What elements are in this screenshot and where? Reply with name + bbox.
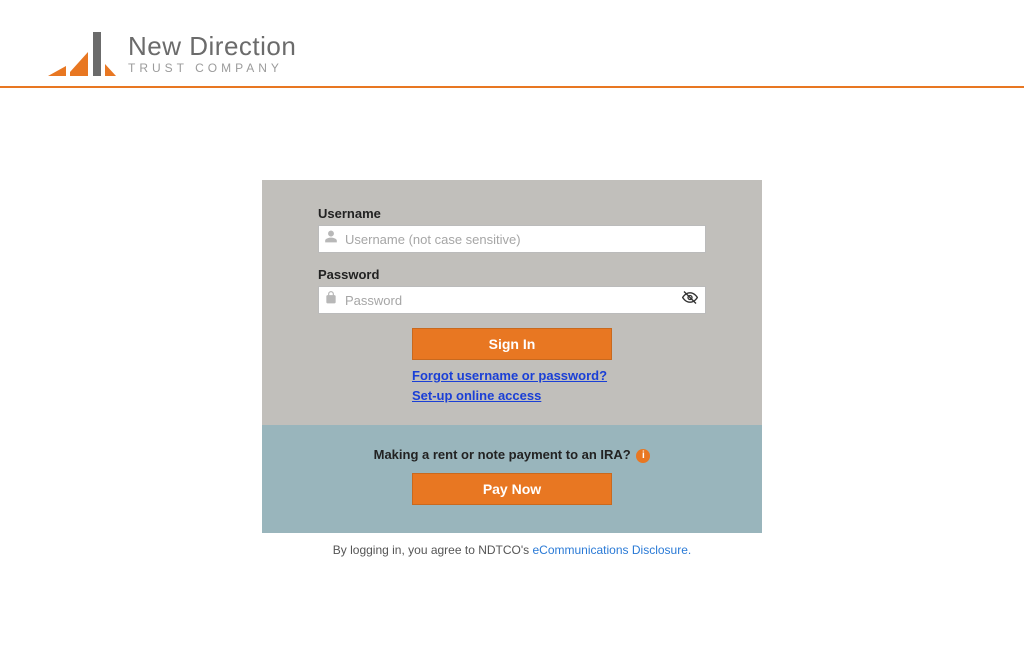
payment-prompt: Making a rent or note payment to an IRA?… [318,447,706,463]
sign-in-button[interactable]: Sign In [412,328,612,360]
password-label: Password [318,267,706,282]
username-field-wrap [318,225,706,253]
ecomm-disclosure-link[interactable]: eCommunications Disclosure. [532,543,691,557]
brand-logo: New Direction TRUST COMPANY [48,30,1024,78]
brand-text: New Direction TRUST COMPANY [128,33,296,75]
username-input[interactable] [318,225,706,253]
password-input[interactable] [318,286,706,314]
app-header: New Direction TRUST COMPANY [0,0,1024,88]
forgot-credentials-link[interactable]: Forgot username or password? [412,366,706,386]
logo-mark-icon [48,30,118,78]
login-card: Username Password [262,180,762,557]
brand-tagline: TRUST COMPANY [128,62,296,75]
payment-section: Making a rent or note payment to an IRA?… [262,425,762,533]
pay-now-button[interactable]: Pay Now [412,473,612,505]
helper-links: Forgot username or password? Set-up onli… [318,366,706,405]
disclaimer-prefix: By logging in, you agree to NDTCO's [333,543,533,557]
password-field-wrap [318,286,706,314]
setup-access-link[interactable]: Set-up online access [412,386,706,406]
login-form: Username Password [262,180,762,425]
login-disclaimer: By logging in, you agree to NDTCO's eCom… [262,543,762,557]
main-content: Username Password [0,180,1024,557]
toggle-password-visibility-icon[interactable] [680,290,700,311]
payment-prompt-text: Making a rent or note payment to an IRA? [374,447,631,462]
brand-name: New Direction [128,33,296,60]
username-label: Username [318,206,706,221]
info-icon[interactable]: i [636,449,650,463]
